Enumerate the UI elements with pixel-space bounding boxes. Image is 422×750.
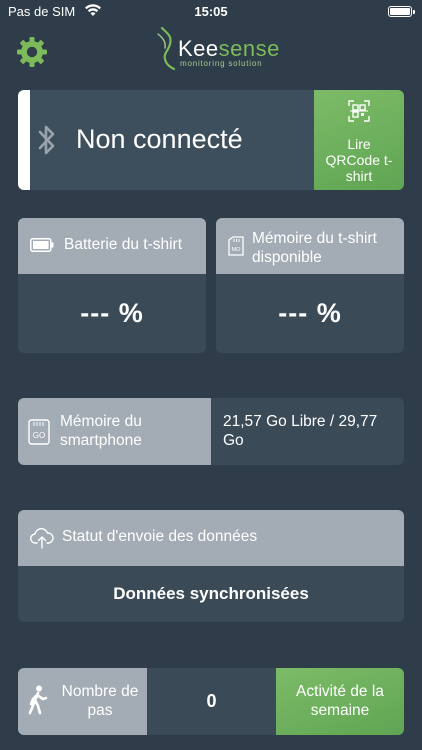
logo-mark-icon <box>157 26 176 70</box>
steps-header: Nombre de pas <box>18 668 147 735</box>
battery-icon <box>30 238 54 252</box>
steps-label: Nombre de pas <box>61 683 139 719</box>
phone-memory-label: Mémoire du smartphone <box>60 413 142 449</box>
phone-memory-card: GO Mémoire du smartphone 21,57 Go Libre … <box>18 398 404 465</box>
tshirt-memory-card: MO Mémoire du t-shirt disponible --- % <box>216 218 404 353</box>
clock: 15:05 <box>194 4 228 19</box>
connection-card: Non connecté Lire QRCode t-shirt <box>18 90 404 190</box>
cloud-upload-icon <box>30 528 54 549</box>
gear-icon[interactable] <box>16 36 48 68</box>
tshirt-memory-value: --- % <box>278 298 342 328</box>
battery-value: --- % <box>80 298 144 328</box>
sync-status-card: Statut d'envoie des données Données sync… <box>18 510 404 622</box>
svg-text:GO: GO <box>33 431 45 440</box>
connection-status: Non connecté <box>76 124 243 154</box>
battery-card: Batterie du t-shirt --- % <box>18 218 206 353</box>
battery-card-header: Batterie du t-shirt <box>18 218 206 274</box>
battery-label: Batterie du t-shirt <box>64 236 183 253</box>
storage-icon: GO <box>28 419 50 445</box>
weekly-activity-button[interactable]: Activité de la semaine <box>276 668 404 735</box>
app-logo: Keesense monitoring solution <box>152 26 282 72</box>
connection-accent-bar <box>18 90 30 190</box>
sync-status-label: Statut d'envoie des données <box>62 528 258 545</box>
bluetooth-icon <box>38 125 55 155</box>
phone-memory-header: GO Mémoire du smartphone <box>18 398 211 465</box>
logo-tagline: monitoring solution <box>180 59 263 68</box>
qrcode-icon <box>348 100 370 122</box>
memory-card-icon: MO <box>228 236 244 256</box>
tshirt-memory-label: Mémoire du t-shirt disponible <box>252 230 377 266</box>
sync-status-value: Données synchronisées <box>113 584 309 603</box>
status-battery-icon <box>388 6 415 17</box>
tshirt-memory-card-header: MO Mémoire du t-shirt disponible <box>216 218 404 274</box>
read-qrcode-button[interactable]: Lire QRCode t-shirt <box>314 90 404 190</box>
walking-icon <box>28 685 48 715</box>
sync-status-header: Statut d'envoie des données <box>18 510 404 566</box>
status-bar: Pas de SIM 15:05 <box>0 0 422 24</box>
steps-card: Nombre de pas 0 Activité de la semaine <box>18 668 404 735</box>
steps-count: 0 <box>206 691 217 711</box>
phone-memory-value: 21,57 Go Libre / 29,77 Go <box>223 413 378 449</box>
read-qrcode-label: Lire QRCode t-shirt <box>325 136 393 184</box>
svg-text:MO: MO <box>232 247 242 253</box>
